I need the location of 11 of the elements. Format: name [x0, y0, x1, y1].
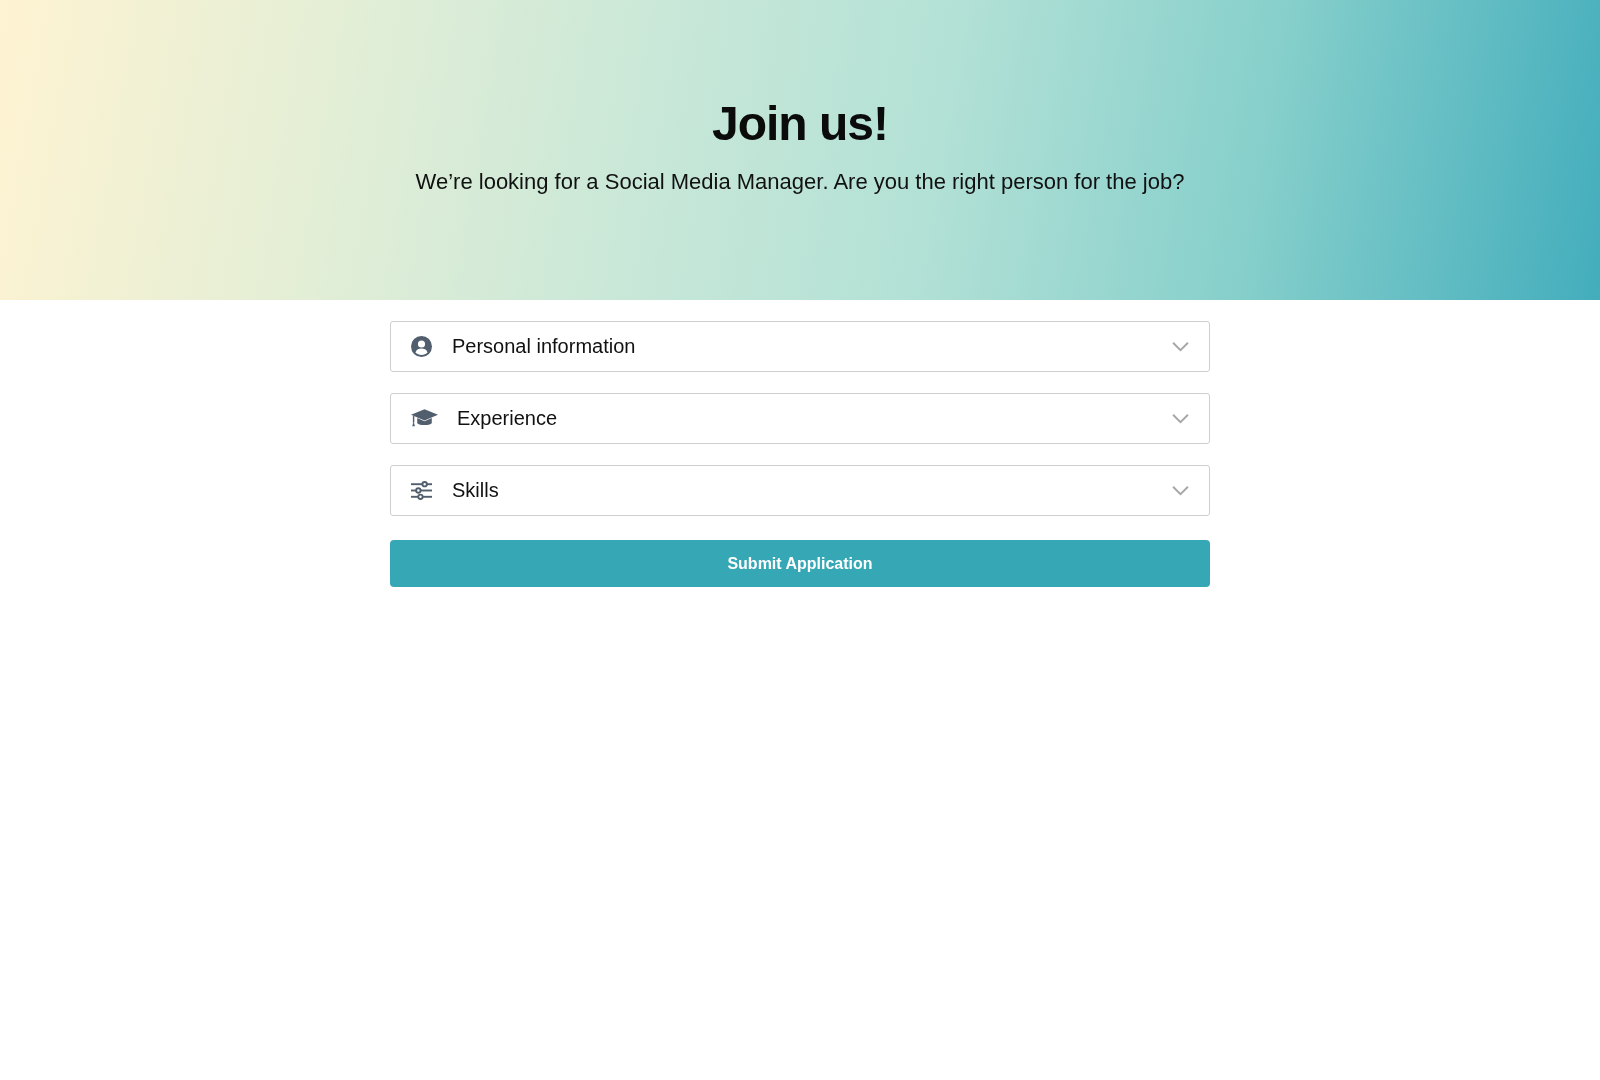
accordion-header[interactable]: Skills [390, 465, 1210, 516]
chevron-icon [1172, 341, 1189, 352]
sliders-icon [411, 481, 432, 500]
accordion-header[interactable]: Personal information [390, 321, 1210, 372]
chevron-icon [1172, 413, 1189, 424]
page-title: Join us! [712, 96, 888, 152]
chevron-icon [1172, 485, 1189, 496]
graduation-cap-icon [411, 408, 438, 429]
user-icon [411, 336, 432, 357]
page-subtitle: We’re looking for a Social Media Manager. Are you the right person for the job? [415, 168, 1185, 196]
accordion-header[interactable]: Experience [390, 393, 1210, 444]
